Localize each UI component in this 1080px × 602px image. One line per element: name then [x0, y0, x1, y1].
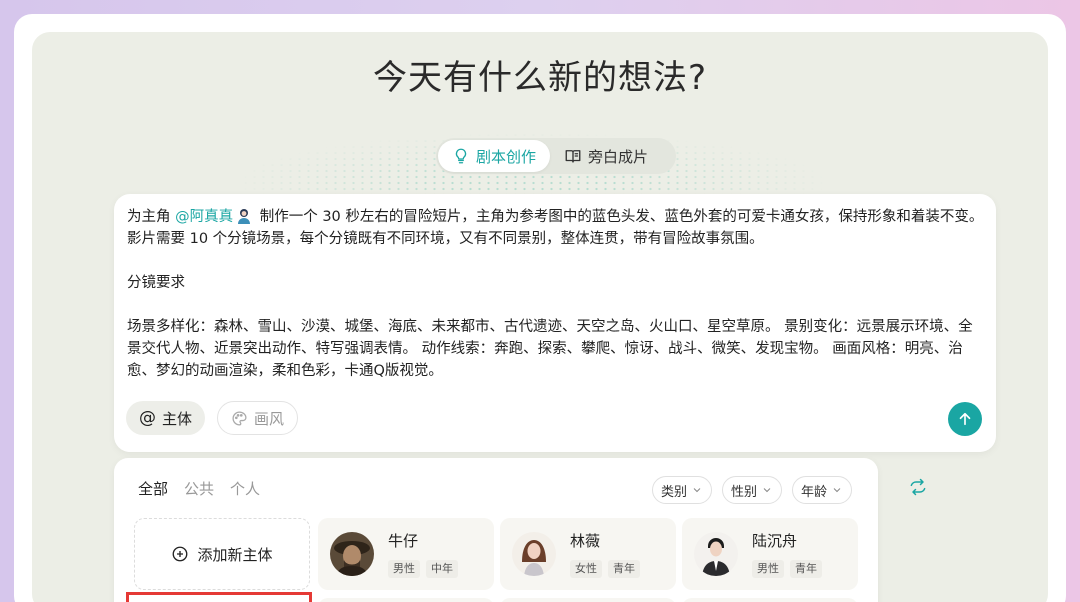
character-card-next-row [318, 598, 494, 602]
character-card-luchenzhou[interactable]: 陆沉舟 男性 青年 [682, 518, 858, 590]
highlight-box [126, 592, 312, 602]
dropdown-label: 性别 [730, 484, 757, 500]
prompt-textarea[interactable]: 为主角 @阿真真 制作一个 30 秒左右的冒险短片，主角为参考图中的蓝色头发、蓝… [127, 206, 987, 382]
chevron-down-icon [833, 488, 841, 493]
mode-tabs: 剧本创作 旁白成片 [436, 138, 676, 174]
age-tag: 青年 [790, 560, 822, 578]
character-tags: 男性 中年 [388, 560, 458, 578]
avatar [694, 532, 738, 576]
add-subject-button[interactable]: 添加新主体 [134, 518, 310, 590]
character-card-next-row [682, 598, 858, 602]
gender-tag: 男性 [388, 560, 420, 578]
mention-tag[interactable]: @阿真真 [175, 209, 233, 225]
dropdown-label: 年龄 [800, 484, 827, 500]
arrow-up-icon [959, 412, 971, 426]
character-tags: 男性 青年 [752, 560, 822, 578]
chevron-down-icon [693, 488, 701, 493]
plus-circle-icon [173, 546, 188, 562]
send-button[interactable] [948, 402, 982, 436]
page-title: 今天有什么新的想法? [372, 58, 708, 98]
gender-tag: 男性 [752, 560, 784, 578]
add-subject-label: 添加新主体 [197, 545, 273, 564]
palette-icon [232, 410, 247, 426]
dropdown-label: 类别 [660, 484, 687, 500]
character-tags: 女性 青年 [570, 560, 640, 578]
style-chip-button[interactable]: 画风 [217, 401, 299, 435]
age-dropdown[interactable]: 年龄 [791, 476, 852, 504]
prompt-requirements: 场景多样化：森林、雪山、沙漠、城堡、海底、未来都市、古代遗迹、天空之岛、火山口、… [127, 319, 973, 379]
at-icon: @ [139, 407, 156, 428]
avatar [512, 532, 556, 576]
character-avatar-icon [238, 209, 251, 224]
refresh-icon[interactable] [908, 477, 928, 497]
prompt-body: 制作一个 30 秒左右的冒险短片，主角为参考图中的蓝色头发、蓝色外套的可爱卡通女… [127, 209, 984, 247]
character-card-cowboy[interactable]: 牛仔 男性 中年 [318, 518, 494, 590]
tab-all[interactable]: 全部 [138, 478, 168, 499]
tab-personal[interactable]: 个人 [230, 478, 260, 499]
character-name: 林薇 [570, 532, 601, 550]
tab-public[interactable]: 公共 [184, 478, 214, 499]
subject-chip-label: 主体 [162, 409, 193, 428]
age-tag: 青年 [608, 560, 640, 578]
tab-label: 剧本创作 [476, 147, 537, 166]
avatar [330, 532, 374, 576]
subject-chip-button[interactable]: @ 主体 [126, 401, 206, 435]
book-icon [565, 150, 581, 163]
style-chip-label: 画风 [254, 409, 285, 428]
tab-label: 旁白成片 [588, 147, 649, 166]
lightbulb-icon [455, 148, 467, 164]
subject-filter-tabs: 全部 公共 个人 [138, 478, 260, 499]
character-name: 牛仔 [388, 532, 419, 550]
prompt-input-card[interactable]: 为主角 @阿真真 制作一个 30 秒左右的冒险短片，主角为参考图中的蓝色头发、蓝… [114, 194, 996, 452]
age-tag: 中年 [426, 560, 458, 578]
character-name: 陆沉舟 [752, 532, 798, 550]
filter-dropdowns: 类别 性别 年龄 [651, 476, 852, 504]
character-card-linwei[interactable]: 林薇 女性 青年 [500, 518, 676, 590]
chevron-down-icon [763, 488, 771, 493]
prompt-section-heading: 分镜要求 [127, 275, 185, 291]
character-card-next-row [500, 598, 676, 602]
subject-picker-panel: 全部 公共 个人 类别 性别 年龄 添加新主体 牛仔 男性 中年 林薇 女性 青… [114, 458, 878, 602]
tab-narration-video[interactable]: 旁白成片 [550, 140, 662, 172]
gender-dropdown[interactable]: 性别 [721, 476, 782, 504]
gender-tag: 女性 [570, 560, 602, 578]
tab-script-creation[interactable]: 剧本创作 [438, 140, 551, 172]
prompt-prefix: 为主角 [127, 209, 176, 225]
category-dropdown[interactable]: 类别 [651, 476, 712, 504]
